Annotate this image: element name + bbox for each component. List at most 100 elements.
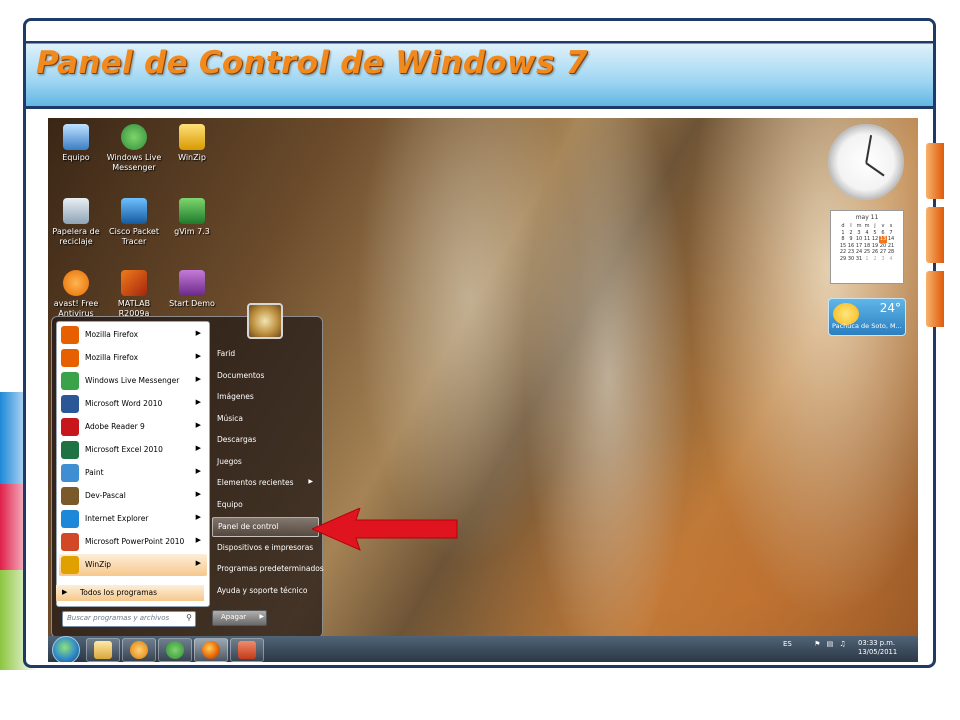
calendar-day[interactable]: 14 <box>887 236 895 243</box>
calendar-day[interactable]: 22 <box>839 249 847 256</box>
start-menu-link[interactable]: Equipo <box>212 496 317 514</box>
weather-gadget[interactable]: 24° Pachuca de Soto, M... <box>828 298 906 336</box>
decor-tab <box>926 271 944 327</box>
calendar-gadget[interactable]: may 11 d l m m j v s 1 2 3 4 5 6 7 8 9 10 11 12 13 14… <box>830 210 904 284</box>
taskbar-clock[interactable]: 03:33 p.m. 13/05/2011 <box>858 639 897 657</box>
start-menu-link[interactable]: Panel de control <box>212 517 319 537</box>
all-programs-button[interactable]: ▶ Todos los programas <box>56 585 204 601</box>
calendar-day[interactable]: 26 <box>871 249 879 256</box>
calendar-day[interactable]: 19 <box>871 243 879 250</box>
taskbar-media-player-button[interactable] <box>122 638 156 662</box>
taskbar-firefox-button[interactable] <box>194 638 228 662</box>
desktop-icon-packet-tracer[interactable]: Cisco Packet Tracer <box>104 198 164 247</box>
language-indicator[interactable]: ES <box>783 640 792 648</box>
calendar-day[interactable]: 25 <box>863 249 871 256</box>
start-menu-program-item[interactable]: Microsoft Word 2010 ▶ <box>59 393 207 415</box>
packet-tracer-icon <box>121 198 147 224</box>
start-menu-link[interactable]: Dispositivos e impresoras <box>212 539 317 557</box>
start-menu-program-item[interactable]: Microsoft PowerPoint 2010 ▶ <box>59 531 207 553</box>
chevron-right-icon[interactable]: ▶ <box>196 421 201 429</box>
taskbar-messenger-button[interactable] <box>158 638 192 662</box>
chevron-right-icon[interactable]: ▶ <box>196 513 201 521</box>
start-button[interactable] <box>52 636 80 662</box>
start-menu-program-item[interactable]: Internet Explorer ▶ <box>59 508 207 530</box>
chevron-right-icon[interactable]: ▶ <box>196 490 201 498</box>
calendar-day[interactable]: 28 <box>887 249 895 256</box>
program-label: Dev-Pascal <box>85 491 126 500</box>
start-menu-link[interactable]: Elementos recientes ▶ <box>212 474 317 492</box>
flag-icon[interactable]: ⚑ <box>814 640 820 648</box>
folder-icon <box>94 641 112 659</box>
calendar-day[interactable]: 13 <box>879 236 887 243</box>
search-input[interactable]: Buscar programas y archivos ⚲ <box>62 611 196 627</box>
chevron-right-icon[interactable]: ▶ <box>196 329 201 337</box>
chevron-right-icon[interactable]: ▶ <box>196 559 201 567</box>
network-icon[interactable]: ▤ <box>827 640 834 648</box>
calendar-day[interactable]: 1 <box>863 256 871 263</box>
clock-gadget[interactable] <box>828 124 904 200</box>
dev-pascal-icon <box>61 487 79 505</box>
desktop-icon-equipo[interactable]: Equipo <box>48 124 106 163</box>
start-demo-icon <box>179 270 205 296</box>
shutdown-button[interactable]: Apagar ▶ <box>212 610 267 626</box>
red-arrow-annotation <box>312 508 458 551</box>
calendar-day[interactable]: 18 <box>863 243 871 250</box>
calendar-day[interactable]: 21 <box>887 243 895 250</box>
start-menu-program-item[interactable]: Microsoft Excel 2010 ▶ <box>59 439 207 461</box>
calendar-day[interactable]: 4 <box>887 256 895 263</box>
desktop-icon-papelera[interactable]: Papelera de reciclaje <box>48 198 106 247</box>
start-menu-link-label: Música <box>217 413 243 423</box>
desktop-icon-winzip[interactable]: WinZip <box>162 124 222 163</box>
program-label: Mozilla Firefox <box>85 330 139 339</box>
chevron-right-icon[interactable]: ▶ <box>259 613 264 620</box>
volume-icon[interactable]: ♫ <box>839 640 845 648</box>
matlab-icon <box>121 270 147 296</box>
calendar-day[interactable]: 24 <box>855 249 863 256</box>
calendar-day[interactable]: 30 <box>847 256 855 263</box>
chevron-right-icon[interactable]: ▶ <box>196 536 201 544</box>
taskbar-explorer-button[interactable] <box>86 638 120 662</box>
chevron-right-icon[interactable]: ▶ <box>196 352 201 360</box>
desktop-icon-start-demo[interactable]: Start Demo <box>162 270 222 309</box>
desktop-icon-messenger[interactable]: Windows Live Messenger <box>104 124 164 173</box>
start-menu-program-item[interactable]: Paint ▶ <box>59 462 207 484</box>
chevron-right-icon[interactable]: ▶ <box>196 444 201 452</box>
calendar-day[interactable]: 31 <box>855 256 863 263</box>
start-menu-link[interactable]: Farid <box>212 345 317 363</box>
desktop-icon-avast[interactable]: avast! Free Antivirus <box>48 270 106 319</box>
calendar-day[interactable]: 3 <box>879 256 887 263</box>
start-menu-link[interactable]: Programas predeterminados <box>212 560 324 578</box>
calendar-day[interactable]: 12 <box>871 236 879 243</box>
start-menu-link[interactable]: Imágenes <box>212 388 317 406</box>
calendar-day[interactable]: 20 <box>879 243 887 250</box>
calendar-day[interactable]: 17 <box>855 243 863 250</box>
clock-hour-hand <box>865 162 885 177</box>
start-menu-program-item[interactable]: Dev-Pascal ▶ <box>59 485 207 507</box>
start-menu-program-item[interactable]: Adobe Reader 9 ▶ <box>59 416 207 438</box>
user-picture[interactable] <box>247 303 283 339</box>
calendar-day[interactable]: 15 <box>839 243 847 250</box>
desktop-icon-matlab[interactable]: MATLAB R2009a <box>104 270 164 319</box>
chevron-right-icon[interactable]: ▶ <box>196 375 201 383</box>
calendar-day[interactable]: 10 <box>855 236 863 243</box>
start-menu-link-label: Equipo <box>217 499 243 509</box>
start-menu-program-item[interactable]: Mozilla Firefox ▶ <box>59 347 207 369</box>
start-menu-program-item[interactable]: Windows Live Messenger ▶ <box>59 370 207 392</box>
calendar-day[interactable]: 16 <box>847 243 855 250</box>
chevron-right-icon[interactable]: ▶ <box>196 398 201 406</box>
chevron-right-icon[interactable]: ▶ <box>196 467 201 475</box>
calendar-day[interactable]: 23 <box>847 249 855 256</box>
start-menu-link[interactable]: Juegos <box>212 453 317 471</box>
calendar-day[interactable]: 29 <box>839 256 847 263</box>
start-menu-program-item[interactable]: WinZip ▶ <box>59 554 207 576</box>
start-menu-link[interactable]: Documentos <box>212 367 317 385</box>
start-menu-link[interactable]: Ayuda y soporte técnico <box>212 582 317 600</box>
taskbar-powerpoint-button[interactable] <box>230 638 264 662</box>
start-menu-program-item[interactable]: Mozilla Firefox ▶ <box>59 324 207 346</box>
calendar-day[interactable]: 2 <box>871 256 879 263</box>
calendar-day[interactable]: 11 <box>863 236 871 243</box>
start-menu-link[interactable]: Música <box>212 410 317 428</box>
desktop-icon-gvim[interactable]: gVim 7.3 <box>162 198 222 237</box>
start-menu-link[interactable]: Descargas <box>212 431 317 449</box>
calendar-day[interactable]: 27 <box>879 249 887 256</box>
